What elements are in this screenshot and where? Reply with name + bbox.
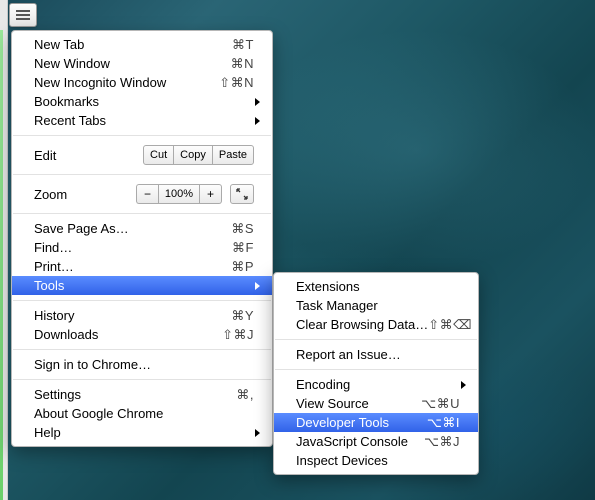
menu-label: History [34,308,231,323]
menu-label: Downloads [34,327,222,342]
menu-shortcut: ⌘S [231,221,254,237]
menu-shortcut: ⌘P [231,259,254,275]
menu-signin[interactable]: Sign in to Chrome… [12,355,272,374]
zoom-controls: − 100% + [136,184,254,204]
copy-button[interactable]: Copy [174,145,212,165]
menu-edit-row: Edit Cut Copy Paste [12,141,272,169]
menu-downloads[interactable]: Downloads ⇧⌘J [12,325,272,344]
menu-label: New Tab [34,37,232,52]
menu-label: Recent Tabs [34,113,255,128]
chrome-menu-button[interactable] [9,3,37,27]
submenu-arrow-icon [255,282,260,290]
menu-label: Clear Browsing Data… [296,317,428,332]
menu-label: New Incognito Window [34,75,219,90]
menu-shortcut: ⇧⌘J [222,327,254,343]
menu-label: Task Manager [296,298,460,313]
submenu-clear-browsing[interactable]: Clear Browsing Data… ⇧⌘⌫ [274,315,478,334]
submenu-extensions[interactable]: Extensions [274,277,478,296]
menu-shortcut: ⌘F [232,240,254,256]
menu-shortcut: ⌘Y [231,308,254,324]
menu-label: Developer Tools [296,415,427,430]
zoom-stepper: − 100% + [136,184,222,204]
menu-find[interactable]: Find… ⌘F [12,238,272,257]
cut-button[interactable]: Cut [143,145,174,165]
menu-separator [13,379,271,380]
menu-label: Sign in to Chrome… [34,357,254,372]
menu-separator [275,339,477,340]
menu-shortcut: ⌥⌘J [424,434,460,450]
menu-label: Encoding [296,377,461,392]
menu-label: Extensions [296,279,460,294]
menu-separator [13,135,271,136]
menu-label: Inspect Devices [296,453,460,468]
menu-label: JavaScript Console [296,434,424,449]
menu-print[interactable]: Print… ⌘P [12,257,272,276]
submenu-arrow-icon [255,429,260,437]
menu-label: New Window [34,56,231,71]
menu-new-window[interactable]: New Window ⌘N [12,54,272,73]
menu-separator [13,349,271,350]
menu-separator [13,300,271,301]
menu-label: View Source [296,396,421,411]
submenu-inspect-devices[interactable]: Inspect Devices [274,451,478,470]
menu-shortcut: ⌘N [231,56,254,72]
menu-label: Tools [34,278,255,293]
submenu-report-issue[interactable]: Report an Issue… [274,345,478,364]
menu-label: Report an Issue… [296,347,460,362]
menu-recent-tabs[interactable]: Recent Tabs [12,111,272,130]
fullscreen-icon [236,188,248,200]
edit-button-group: Cut Copy Paste [143,145,254,165]
menu-shortcut: ⇧⌘⌫ [428,317,472,333]
menu-separator [13,213,271,214]
menu-separator [13,174,271,175]
menu-label: Zoom [34,187,136,202]
submenu-developer-tools[interactable]: Developer Tools ⌥⌘I [274,413,478,432]
menu-shortcut: ⌥⌘I [427,415,460,431]
zoom-out-button[interactable]: − [136,184,158,204]
zoom-in-button[interactable]: + [200,184,222,204]
chrome-main-menu: New Tab ⌘T New Window ⌘N New Incognito W… [11,30,273,447]
submenu-view-source[interactable]: View Source ⌥⌘U [274,394,478,413]
submenu-arrow-icon [255,98,260,106]
menu-shortcut: ⇧⌘N [219,75,254,91]
menu-label: Find… [34,240,232,255]
menu-label: Save Page As… [34,221,231,236]
menu-shortcut: ⌘T [232,37,254,53]
menu-label: Print… [34,259,231,274]
menu-label: Edit [34,148,143,163]
menu-shortcut: ⌥⌘U [421,396,460,412]
browser-left-edge [0,0,8,500]
submenu-arrow-icon [255,117,260,125]
tools-submenu: Extensions Task Manager Clear Browsing D… [273,272,479,475]
menu-shortcut: ⌘, [236,387,254,403]
menu-label: Help [34,425,255,440]
submenu-encoding[interactable]: Encoding [274,375,478,394]
menu-label: About Google Chrome [34,406,254,421]
submenu-task-manager[interactable]: Task Manager [274,296,478,315]
menu-bookmarks[interactable]: Bookmarks [12,92,272,111]
menu-tools[interactable]: Tools [12,276,272,295]
menu-zoom-row: Zoom − 100% + [12,180,272,208]
menu-label: Settings [34,387,236,402]
hamburger-icon [16,10,30,20]
menu-new-tab[interactable]: New Tab ⌘T [12,35,272,54]
menu-help[interactable]: Help [12,423,272,442]
menu-separator [275,369,477,370]
menu-save-as[interactable]: Save Page As… ⌘S [12,219,272,238]
menu-settings[interactable]: Settings ⌘, [12,385,272,404]
zoom-level: 100% [158,184,200,204]
fullscreen-button[interactable] [230,184,254,204]
menu-about[interactable]: About Google Chrome [12,404,272,423]
submenu-js-console[interactable]: JavaScript Console ⌥⌘J [274,432,478,451]
menu-label: Bookmarks [34,94,255,109]
paste-button[interactable]: Paste [212,145,254,165]
submenu-arrow-icon [461,381,466,389]
menu-new-incognito[interactable]: New Incognito Window ⇧⌘N [12,73,272,92]
menu-history[interactable]: History ⌘Y [12,306,272,325]
